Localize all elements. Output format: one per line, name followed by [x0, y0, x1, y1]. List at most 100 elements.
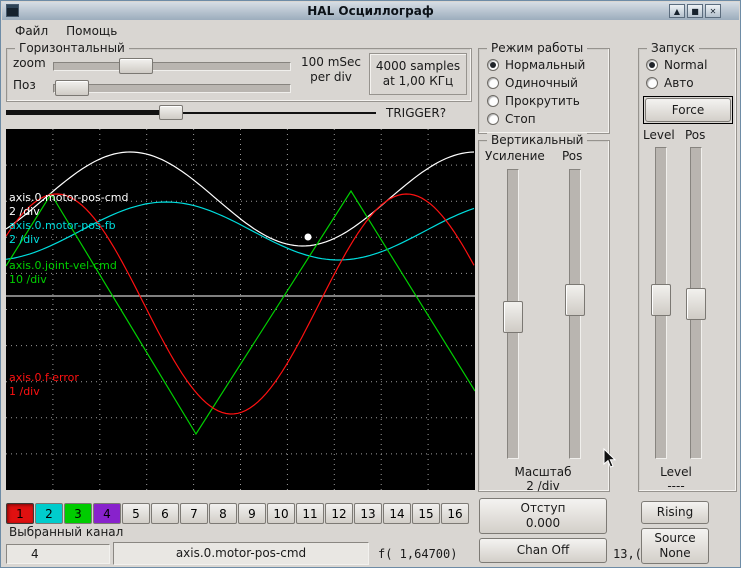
trigger-position-filled — [6, 110, 162, 115]
horizontal-pos-slider-handle[interactable] — [55, 80, 89, 96]
channel-button-3[interactable]: 3 — [64, 503, 92, 524]
menu-help[interactable]: Помощь — [59, 22, 124, 40]
channel-button-2[interactable]: 2 — [35, 503, 63, 524]
channel-button-11[interactable]: 11 — [296, 503, 324, 524]
trace-name-label: axis.0.motor-pos-fb — [9, 219, 116, 232]
offset-button-value: 0.000 — [525, 516, 561, 530]
run-mode-option[interactable]: Прокрутить — [487, 92, 585, 110]
trigger-level-readout-caption: Level — [660, 465, 692, 479]
trace-scale-label: 2 /div — [9, 233, 40, 246]
samples-line1: 4000 samples — [375, 59, 461, 73]
trigger-position-handle[interactable] — [159, 105, 183, 120]
trace-scale-label: 2 /div — [9, 205, 40, 218]
vertical-frame: Вертикальный — [478, 133, 610, 492]
channel-button-4[interactable]: 4 — [93, 503, 121, 524]
channel-value-readout: f( 1,64700) — [378, 547, 458, 561]
app-window: HAL Осциллограф ▲ ■ ✕ Файл Помощь Горизо… — [0, 0, 741, 568]
run-mode-frame-label: Режим работы — [487, 41, 588, 55]
trigger-level-slider-handle[interactable] — [651, 284, 671, 316]
radio-selected-icon — [487, 59, 499, 71]
scale-caption: Масштаб — [514, 465, 572, 479]
channel-button-5[interactable]: 5 — [122, 503, 150, 524]
trace-scale-label: 10 /div — [9, 273, 47, 286]
channel-button-10[interactable]: 10 — [267, 503, 295, 524]
sample-rate-line2: per div — [310, 70, 352, 84]
zoom-slider-handle[interactable] — [119, 58, 153, 74]
trigger-point-marker — [304, 233, 312, 241]
radio-label: Стоп — [505, 112, 536, 126]
scope-canvas: axis.0.motor-pos-cmd2 /divaxis.0.motor-p… — [5, 129, 476, 490]
radio-label: Одиночный — [505, 76, 578, 90]
radio-label: Прокрутить — [505, 94, 580, 108]
trigger-pos-slider-handle[interactable] — [686, 288, 706, 320]
run-mode-option[interactable]: Стоп — [487, 110, 585, 128]
radio-label: Авто — [664, 76, 694, 90]
mouse-cursor — [603, 448, 617, 468]
channel-button-15[interactable]: 15 — [412, 503, 440, 524]
offset-button[interactable]: Отступ 0.000 — [479, 498, 607, 534]
trigger-mode-option[interactable]: Авто — [646, 74, 707, 92]
window-title: HAL Осциллограф — [307, 4, 434, 18]
run-mode-options: Нормальный Одиночный Прокрутить Стоп — [487, 56, 585, 128]
channel-button-12[interactable]: 12 — [325, 503, 353, 524]
rising-button[interactable]: Rising — [641, 501, 709, 524]
radio-selected-icon — [646, 59, 658, 71]
channel-button-14[interactable]: 14 — [383, 503, 411, 524]
zoom-label: zoom — [13, 56, 46, 70]
radio-unselected-icon — [487, 95, 499, 107]
scope-screen[interactable]: axis.0.motor-pos-cmd 2 /div axis.0.motor-p… — [5, 129, 476, 490]
trace-name-label: axis.0.joint-vel-cmd — [9, 259, 117, 272]
trigger-status-label: TRIGGER? — [386, 106, 447, 120]
trigger-mode-option[interactable]: Normal — [646, 56, 707, 74]
menu-file[interactable]: Файл — [8, 22, 55, 40]
run-mode-option[interactable]: Нормальный — [487, 56, 585, 74]
sample-rate-line1: 100 mSec — [300, 55, 361, 69]
radio-label: Нормальный — [505, 58, 586, 72]
vertical-frame-label: Вертикальный — [487, 133, 588, 147]
source-button[interactable]: Source None — [641, 528, 709, 564]
maximize-icon[interactable]: ■ — [687, 4, 703, 18]
channel-button-1[interactable]: 1 — [6, 503, 34, 524]
radio-unselected-icon — [487, 77, 499, 89]
channel-buttons-row: 1 2 3 4 5 6 7 8 9 10 11 12 13 14 15 16 — [6, 503, 469, 524]
trigger-mode-options: Normal Авто — [646, 56, 707, 92]
vertical-pos-label: Pos — [562, 149, 583, 163]
channel-button-8[interactable]: 8 — [209, 503, 237, 524]
trigger-level-label: Level — [643, 128, 675, 142]
chan-off-button[interactable]: Chan Off — [479, 538, 607, 563]
vertical-pos-slider-handle[interactable] — [565, 284, 585, 316]
selected-channel-source[interactable]: axis.0.motor-pos-cmd — [113, 542, 369, 565]
scale-value: 2 /div — [526, 479, 560, 493]
run-mode-option[interactable]: Одиночный — [487, 74, 585, 92]
trace-name-label: axis.0.f-error — [9, 371, 79, 384]
trigger-pos-label: Pos — [685, 128, 706, 142]
window-icon — [6, 4, 19, 17]
samples-box: 4000 samples at 1,00 КГц — [369, 53, 467, 95]
titlebar-buttons: ▲ ■ ✕ — [669, 4, 721, 18]
channel-button-7[interactable]: 7 — [180, 503, 208, 524]
trigger-frame-label: Запуск — [647, 41, 699, 55]
clipped-value-readout: 13,( — [613, 547, 642, 561]
samples-line2: at 1,00 КГц — [382, 74, 454, 88]
shade-icon[interactable]: ▲ — [669, 4, 685, 18]
gain-label: Усиление — [485, 149, 545, 163]
titlebar[interactable]: HAL Осциллограф ▲ ■ ✕ — [2, 2, 739, 20]
horizontal-frame-label: Горизонтальный — [15, 41, 129, 55]
gain-slider-handle[interactable] — [503, 301, 523, 333]
selected-channel-label: Выбранный канал — [9, 525, 124, 539]
channel-button-13[interactable]: 13 — [354, 503, 382, 524]
radio-label: Normal — [664, 58, 708, 72]
radio-unselected-icon — [646, 77, 658, 89]
channel-button-16[interactable]: 16 — [441, 503, 469, 524]
horizontal-pos-label: Поз — [13, 78, 36, 92]
channel-button-9[interactable]: 9 — [238, 503, 266, 524]
menubar: Файл Помощь — [2, 20, 739, 42]
radio-unselected-icon — [487, 113, 499, 125]
zoom-slider-trough[interactable] — [53, 62, 291, 71]
close-icon[interactable]: ✕ — [705, 4, 721, 18]
offset-button-caption: Отступ — [520, 501, 566, 515]
trigger-level-readout-value: ---- — [667, 479, 685, 493]
source-button-caption: Source — [654, 531, 696, 545]
channel-button-6[interactable]: 6 — [151, 503, 179, 524]
force-button[interactable]: Force — [645, 98, 731, 122]
